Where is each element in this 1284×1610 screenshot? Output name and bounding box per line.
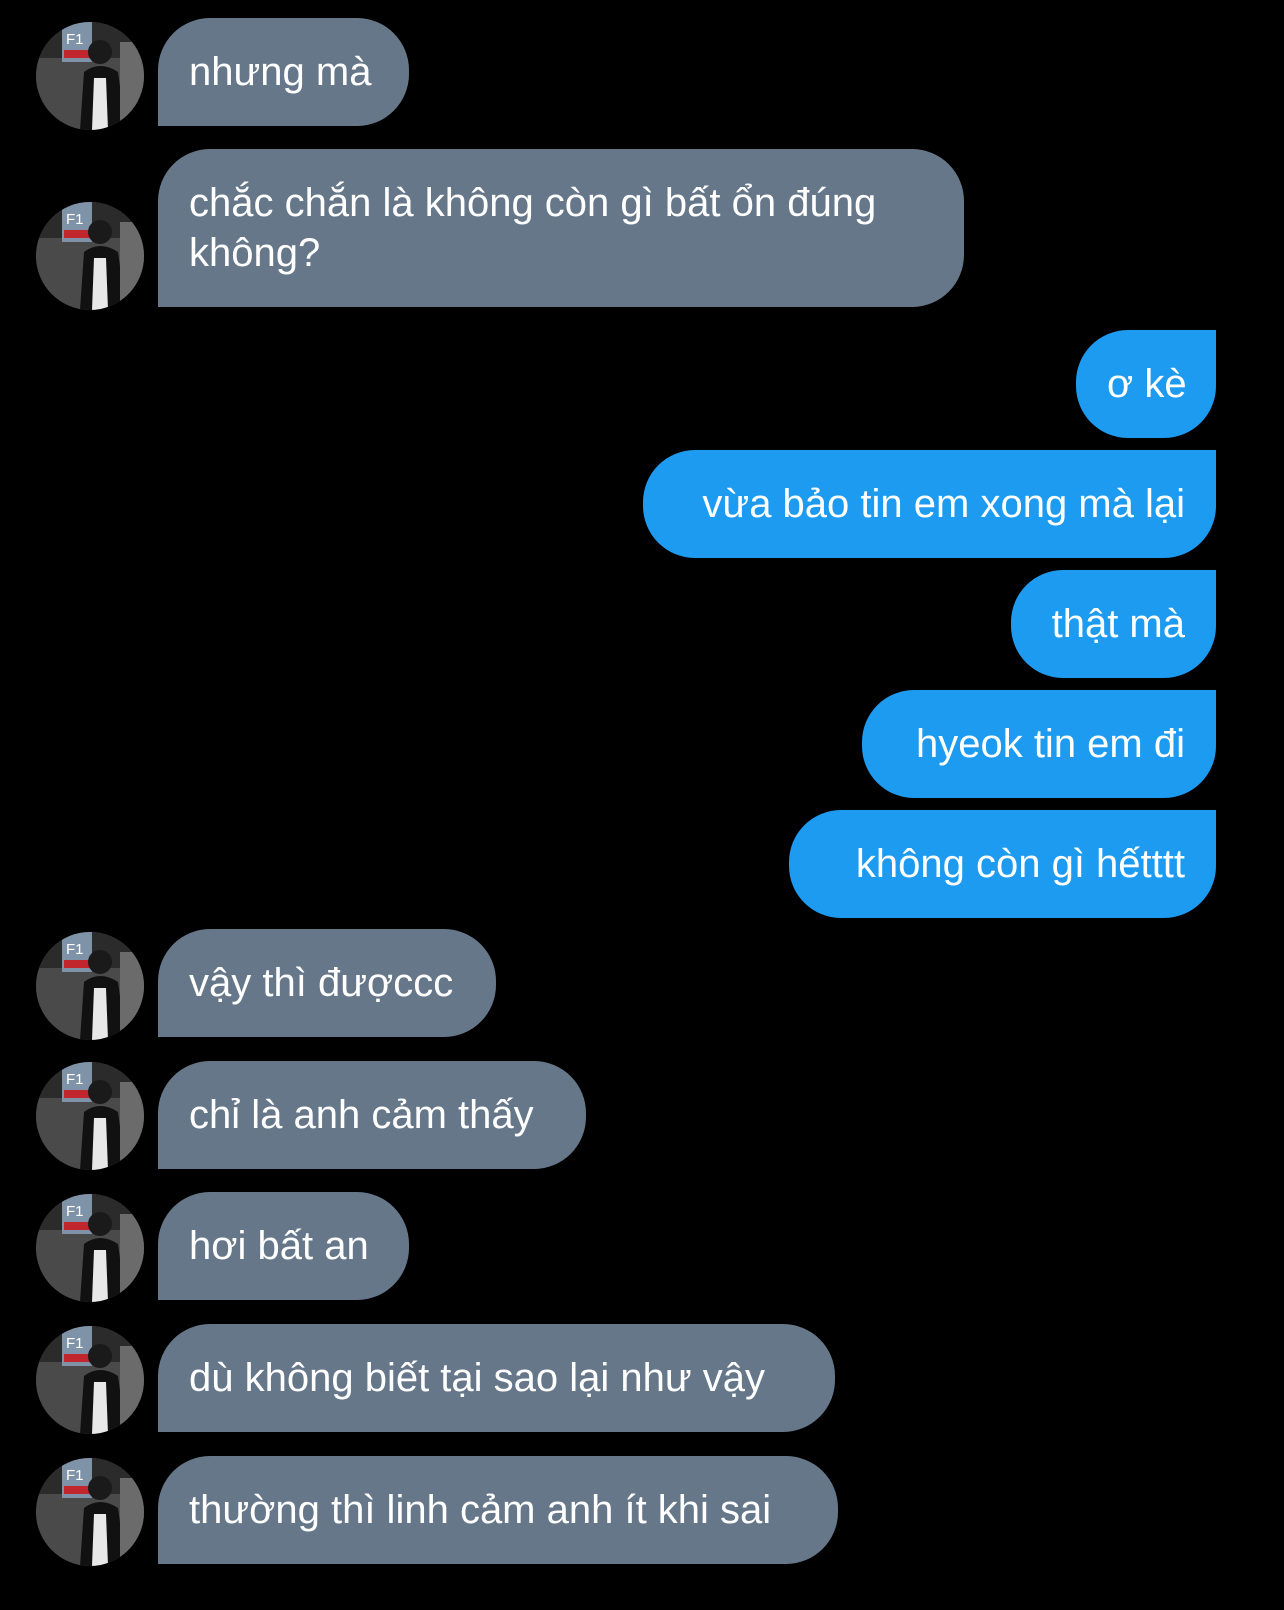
svg-text:F1: F1: [66, 1071, 84, 1088]
message-bubble-incoming[interactable]: thường thì linh cảm anh ít khi sai: [158, 1456, 838, 1564]
message-text: nhưng mà: [189, 50, 372, 94]
message-bubble-outgoing[interactable]: không còn gì hếtttt: [789, 810, 1216, 918]
message-text: vậy thì đượccc: [189, 961, 454, 1005]
message-bubble-incoming[interactable]: chắc chắn là không còn gì bất ổn đúng kh…: [158, 149, 964, 307]
svg-text:F1: F1: [66, 31, 84, 48]
avatar[interactable]: F1: [36, 1194, 144, 1302]
message-text: thật mà: [1051, 602, 1185, 646]
message-bubble-outgoing[interactable]: thật mà: [1011, 570, 1216, 678]
avatar[interactable]: F1: [36, 1326, 144, 1434]
message-text: hơi bất an: [189, 1224, 369, 1268]
svg-text:F1: F1: [66, 1335, 84, 1352]
avatar[interactable]: F1: [36, 202, 144, 310]
svg-text:F1: F1: [66, 1467, 84, 1484]
message-bubble-outgoing[interactable]: ơ kè: [1076, 330, 1216, 438]
message-bubble-incoming[interactable]: chỉ là anh cảm thấy: [158, 1061, 586, 1169]
message-text: chắc chắn là không còn gì bất ổn đúng kh…: [189, 181, 877, 275]
avatar[interactable]: F1: [36, 22, 144, 130]
message-text: dù không biết tại sao lại như vậy: [189, 1356, 766, 1400]
message-bubble-incoming[interactable]: dù không biết tại sao lại như vậy: [158, 1324, 835, 1432]
message-bubble-incoming[interactable]: vậy thì đượccc: [158, 929, 496, 1037]
message-bubble-incoming[interactable]: nhưng mà: [158, 18, 409, 126]
avatar[interactable]: F1: [36, 1062, 144, 1170]
avatar[interactable]: F1: [36, 1458, 144, 1566]
message-text: vừa bảo tin em xong mà lại: [702, 482, 1185, 526]
message-bubble-incoming[interactable]: hơi bất an: [158, 1192, 409, 1300]
message-text: ơ kè: [1107, 362, 1187, 406]
svg-text:F1: F1: [66, 941, 84, 958]
message-bubble-outgoing[interactable]: vừa bảo tin em xong mà lại: [643, 450, 1216, 558]
message-text: hyeok tin em đi: [915, 722, 1185, 766]
message-text: chỉ là anh cảm thấy: [189, 1093, 534, 1137]
message-bubble-outgoing[interactable]: hyeok tin em đi: [862, 690, 1216, 798]
svg-text:F1: F1: [66, 1203, 84, 1220]
avatar[interactable]: F1: [36, 932, 144, 1040]
message-text: thường thì linh cảm anh ít khi sai: [189, 1488, 772, 1532]
svg-text:F1: F1: [66, 211, 84, 228]
message-text: không còn gì hếtttt: [855, 842, 1185, 886]
